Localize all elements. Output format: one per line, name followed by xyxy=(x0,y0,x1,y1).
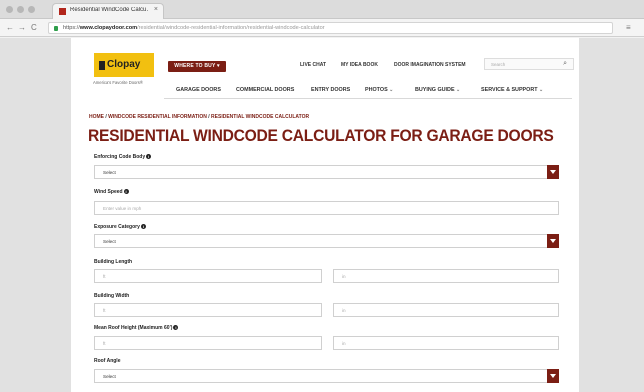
exposure-label-text: Exposure Category xyxy=(94,224,140,230)
roof-height-ft-input[interactable]: ft xyxy=(94,336,322,350)
length-ft-placeholder: ft xyxy=(103,274,106,279)
tab-title: Residential WindCode Calcu… xyxy=(70,7,148,13)
url-text: https://www.clopaydoor.com/residential/w… xyxy=(63,25,325,31)
roof-angle-value: Select xyxy=(103,374,116,379)
forward-icon[interactable]: → xyxy=(18,23,26,33)
building-length-in-input[interactable]: in xyxy=(333,269,559,283)
roof-height-in-input[interactable]: in xyxy=(333,336,559,350)
exposure-label: Exposure Category i xyxy=(94,224,146,230)
roof-height-ft-placeholder: ft xyxy=(103,341,106,346)
code-body-label-text: Enforcing Code Body xyxy=(94,154,146,160)
roof-height-in-placeholder: in xyxy=(342,341,346,346)
building-width-ft-input[interactable]: ft xyxy=(94,303,322,317)
exposure-select[interactable]: Select xyxy=(94,234,559,248)
browser-window: Residential WindCode Calcu… × ← → C http… xyxy=(0,0,644,392)
building-length-label: Building Length xyxy=(94,259,133,265)
back-icon[interactable]: ← xyxy=(6,23,14,33)
browser-tab[interactable]: Residential WindCode Calcu… × xyxy=(52,3,164,19)
maximize-window-button[interactable] xyxy=(28,6,35,13)
page-content: Clopay America's Favorite Doors® WHERE T… xyxy=(71,38,579,392)
page-viewport: Clopay America's Favorite Doors® WHERE T… xyxy=(0,38,644,392)
favicon-icon xyxy=(59,8,66,15)
close-window-button[interactable] xyxy=(6,6,13,13)
roof-height-label: Mean Roof Height (Maximum 60') i xyxy=(94,325,179,331)
building-length-ft-input[interactable]: ft xyxy=(94,269,322,283)
roof-angle-select[interactable]: Select xyxy=(94,369,559,383)
dropdown-arrow-icon[interactable] xyxy=(547,369,559,383)
dropdown-arrow-icon[interactable] xyxy=(547,165,559,179)
tab-close-icon[interactable]: × xyxy=(154,6,158,13)
minimize-window-button[interactable] xyxy=(17,6,24,13)
length-in-placeholder: in xyxy=(342,274,346,279)
code-body-label: Enforcing Code Body i xyxy=(94,154,152,160)
code-body-select[interactable]: Select xyxy=(94,165,559,179)
roof-angle-label: Roof Angle xyxy=(94,358,121,364)
wind-speed-placeholder: Enter value in mph xyxy=(103,206,142,211)
title-bar: Residential WindCode Calcu… × xyxy=(0,0,644,19)
wind-speed-label: Wind Speed i xyxy=(94,189,129,195)
width-ft-placeholder: ft xyxy=(103,308,106,313)
wind-speed-label-text: Wind Speed xyxy=(94,189,123,195)
url-input[interactable]: https://www.clopaydoor.com/residential/w… xyxy=(48,22,613,34)
info-icon[interactable]: i xyxy=(173,325,179,330)
info-icon[interactable]: i xyxy=(123,189,129,194)
building-width-in-input[interactable]: in xyxy=(333,303,559,317)
width-in-placeholder: in xyxy=(342,308,346,313)
info-icon[interactable]: i xyxy=(146,154,152,159)
browser-menu-icon[interactable]: ≡ xyxy=(626,23,631,32)
building-width-label: Building Width xyxy=(94,293,130,299)
reload-icon[interactable]: C xyxy=(31,23,37,33)
code-body-value: Select xyxy=(103,170,116,175)
exposure-value: Select xyxy=(103,239,116,244)
dropdown-arrow-icon[interactable] xyxy=(547,234,559,248)
lock-icon xyxy=(54,26,58,31)
info-icon[interactable]: i xyxy=(140,224,146,229)
windcode-form: Enforcing Code Body i Select Wind Speed i … xyxy=(71,38,579,392)
address-bar: ← → C https://www.clopaydoor.com/residen… xyxy=(0,19,644,37)
wind-speed-input[interactable]: Enter value in mph xyxy=(94,201,559,215)
roof-height-label-text: Mean Roof Height (Maximum 60') xyxy=(94,325,173,331)
